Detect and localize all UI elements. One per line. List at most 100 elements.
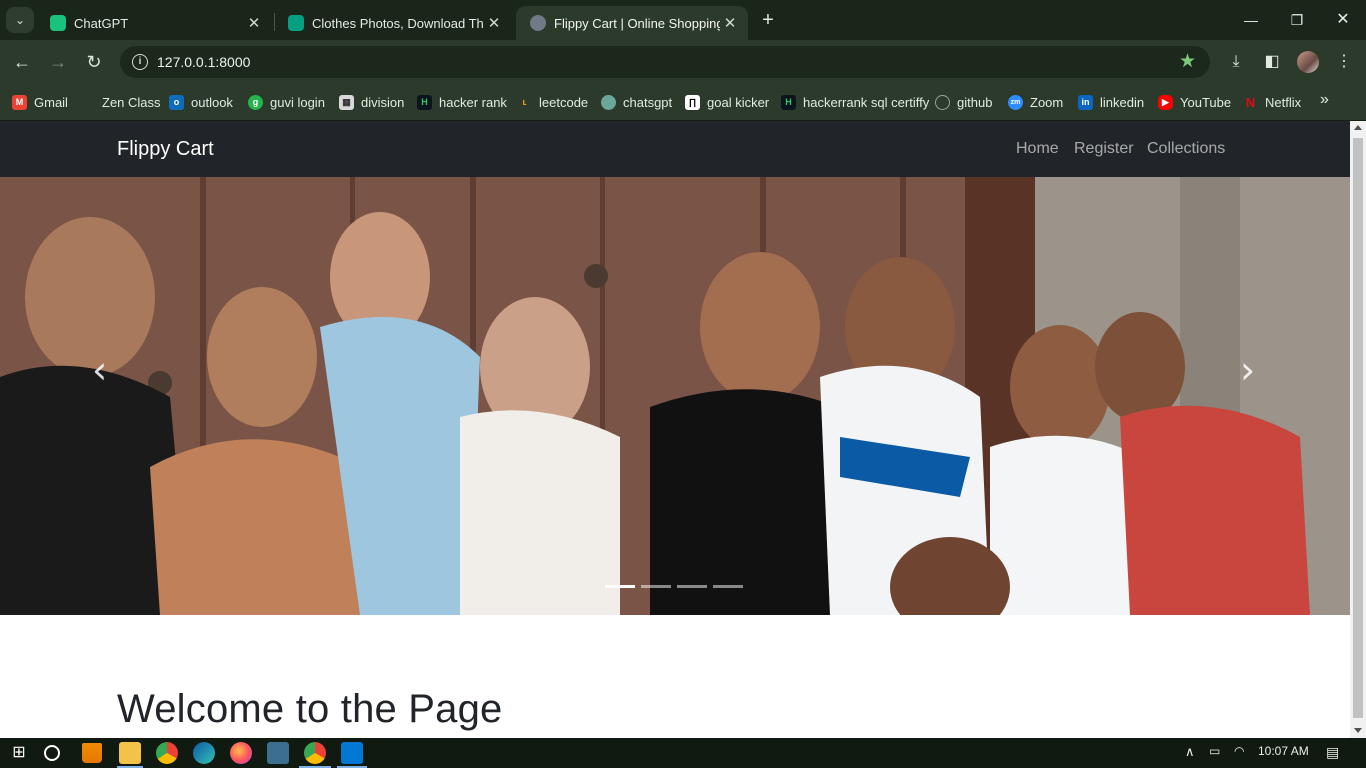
bookmark-label: Netflix — [1265, 94, 1302, 110]
back-icon[interactable]: ← — [10, 50, 34, 74]
menu-kebab-icon[interactable]: ⋮ — [1332, 50, 1356, 74]
close-window-icon[interactable]: ✕ — [1331, 8, 1355, 32]
hackerrank-icon: H — [781, 94, 796, 110]
page-scrollbar[interactable] — [1350, 121, 1366, 738]
youtube-icon: ▶ — [1158, 94, 1173, 110]
bookmark-youtube[interactable]: ▶ YouTube — [1158, 93, 1231, 111]
bookmark-label: hacker rank — [439, 94, 507, 110]
show-hidden-icons-icon[interactable]: ∧ — [1185, 744, 1195, 760]
search-icon[interactable] — [44, 745, 60, 761]
bookmark-label: Gmail — [34, 94, 68, 110]
bookmark-label: Zen Class — [102, 94, 161, 110]
tab-title: ChatGPT — [74, 15, 129, 31]
carousel-prev-icon[interactable]: ‹ — [92, 348, 107, 392]
bookmark-zoom[interactable]: zm Zoom — [1008, 93, 1063, 111]
carousel-indicator[interactable] — [713, 585, 743, 588]
web-page: Flippy Cart Home Register Collections ‹ … — [0, 121, 1350, 738]
site-info-icon[interactable]: i — [132, 54, 148, 70]
vscode-icon[interactable] — [341, 742, 363, 764]
url-text[interactable]: 127.0.0.1:8000 — [157, 54, 250, 70]
new-tab-button[interactable]: + — [756, 8, 780, 32]
bookmark-hacker-rank[interactable]: Hhacker rank — [417, 93, 507, 111]
reload-icon[interactable]: ↻ — [82, 50, 106, 74]
tab-close-icon[interactable]: ✕ — [244, 14, 264, 32]
bookmark-chatsgpt[interactable]: chatsgpt — [601, 93, 672, 111]
bookmark-label: outlook — [191, 94, 233, 110]
bookmark-netflix[interactable]: N Netflix — [1243, 93, 1301, 111]
linkedin-icon: in — [1078, 94, 1093, 110]
battery-icon[interactable]: ▭ — [1209, 744, 1220, 758]
firefox-icon[interactable] — [230, 742, 252, 764]
windows-start-icon[interactable]: ⊞ — [8, 742, 30, 764]
bookmark-guvi-login[interactable]: g guvi login — [248, 93, 325, 111]
bookmark-star-icon[interactable]: ★ — [1179, 50, 1196, 73]
carousel-indicator[interactable] — [641, 585, 671, 588]
tab-clothes-photos[interactable]: Clothes Photos, Download The B ✕ — [274, 6, 512, 40]
bookmark-label: guvi login — [270, 94, 325, 110]
nav-link-home[interactable]: Home — [1016, 140, 1059, 158]
carousel-next-icon[interactable]: › — [1240, 348, 1255, 392]
forward-icon[interactable]: → — [46, 50, 70, 74]
nav-link-collections[interactable]: Collections — [1147, 140, 1225, 158]
bookmark-outlook[interactable]: o outlook — [169, 93, 233, 111]
windows-taskbar: ⊞ ∧ ▭ ◠ 10:07 AM ▤ — [0, 738, 1366, 768]
bookmark-gmail[interactable]: M Gmail — [12, 93, 68, 111]
download-icon[interactable]: ⤓ — [1224, 50, 1248, 74]
guvi-icon: g — [248, 94, 263, 110]
brand-logo[interactable]: Flippy Cart — [117, 138, 214, 161]
restore-icon[interactable]: ❐ — [1285, 8, 1309, 32]
wifi-icon[interactable]: ◠ — [1234, 744, 1244, 758]
bookmark-leetcode[interactable]: ʟ leetcode — [517, 93, 588, 111]
bookmark-goal-kicker[interactable]: ∏ goal kicker — [685, 93, 769, 111]
edge-icon[interactable] — [193, 742, 215, 764]
file-explorer-icon[interactable] — [119, 742, 141, 764]
tab-close-icon[interactable]: ✕ — [484, 14, 504, 32]
bookmark-label: hackerrank sql certiffy — [803, 94, 930, 110]
zen-class-icon — [80, 94, 95, 110]
bookmark-linkedin[interactable]: in linkedin — [1078, 93, 1144, 111]
nav-link-register[interactable]: Register — [1074, 140, 1134, 158]
browser-toolbar: ← → ↻ i 127.0.0.1:8000 ★ ⤓ ◧ ⋮ — [0, 40, 1366, 84]
scroll-down-icon[interactable] — [1354, 728, 1362, 733]
tab-close-icon[interactable]: ✕ — [720, 14, 740, 32]
outlook-icon: o — [169, 94, 184, 110]
bookmark-github[interactable]: github — [935, 93, 992, 111]
bookmark-hackerrank-sql[interactable]: Hhackerrank sql certiffy — [781, 93, 929, 111]
site-navbar: Flippy Cart Home Register Collections — [0, 121, 1350, 177]
tab-strip: ⌄ ChatGPT ✕ Clothes Photos, Download The… — [0, 0, 1366, 40]
carousel-indicator[interactable] — [605, 585, 635, 588]
address-bar[interactable]: i 127.0.0.1:8000 ★ — [120, 46, 1210, 78]
chrome-icon[interactable] — [304, 742, 326, 764]
netflix-icon: N — [1243, 94, 1258, 110]
profile-avatar[interactable] — [1297, 51, 1319, 73]
hero-carousel: ‹ › — [0, 177, 1350, 615]
scroll-up-icon[interactable] — [1354, 125, 1362, 130]
scrollbar-thumb[interactable] — [1353, 138, 1363, 718]
side-panel-icon[interactable]: ◧ — [1260, 50, 1284, 74]
bookmark-label: YouTube — [1180, 94, 1232, 110]
bookmark-label: chatsgpt — [623, 94, 673, 110]
chatgpt-favicon-icon — [50, 15, 66, 31]
notifications-icon[interactable]: ▤ — [1326, 744, 1339, 761]
tab-title: Flippy Cart | Online Shopping — [554, 15, 720, 31]
carousel-indicator[interactable] — [677, 585, 707, 588]
goal-kicker-icon: ∏ — [685, 94, 700, 110]
tab-flippy-cart[interactable]: Flippy Cart | Online Shopping ✕ — [516, 6, 748, 40]
app-icon[interactable] — [267, 742, 289, 764]
minimize-icon[interactable]: — — [1239, 8, 1263, 32]
leetcode-icon: ʟ — [517, 94, 532, 110]
clock-time[interactable]: 10:07 AM — [1258, 744, 1309, 758]
carousel-slide-image — [0, 177, 1350, 615]
tab-chatgpt[interactable]: ChatGPT ✕ — [36, 6, 272, 40]
bookmark-label: github — [957, 94, 993, 110]
bookmark-label: goal kicker — [707, 94, 770, 110]
tab-search-button[interactable]: ⌄ — [6, 7, 34, 33]
bookmark-zen-class[interactable]: Zen Class — [80, 93, 161, 111]
chrome-icon[interactable] — [156, 742, 178, 764]
bookmark-label: linkedin — [1100, 94, 1145, 110]
calculator-icon: ▦ — [339, 94, 354, 110]
bookmark-division[interactable]: ▦ division — [339, 93, 404, 111]
more-bookmarks-icon[interactable]: » — [1320, 91, 1329, 109]
vlc-icon[interactable] — [82, 743, 102, 763]
bookmark-label: division — [361, 94, 405, 110]
